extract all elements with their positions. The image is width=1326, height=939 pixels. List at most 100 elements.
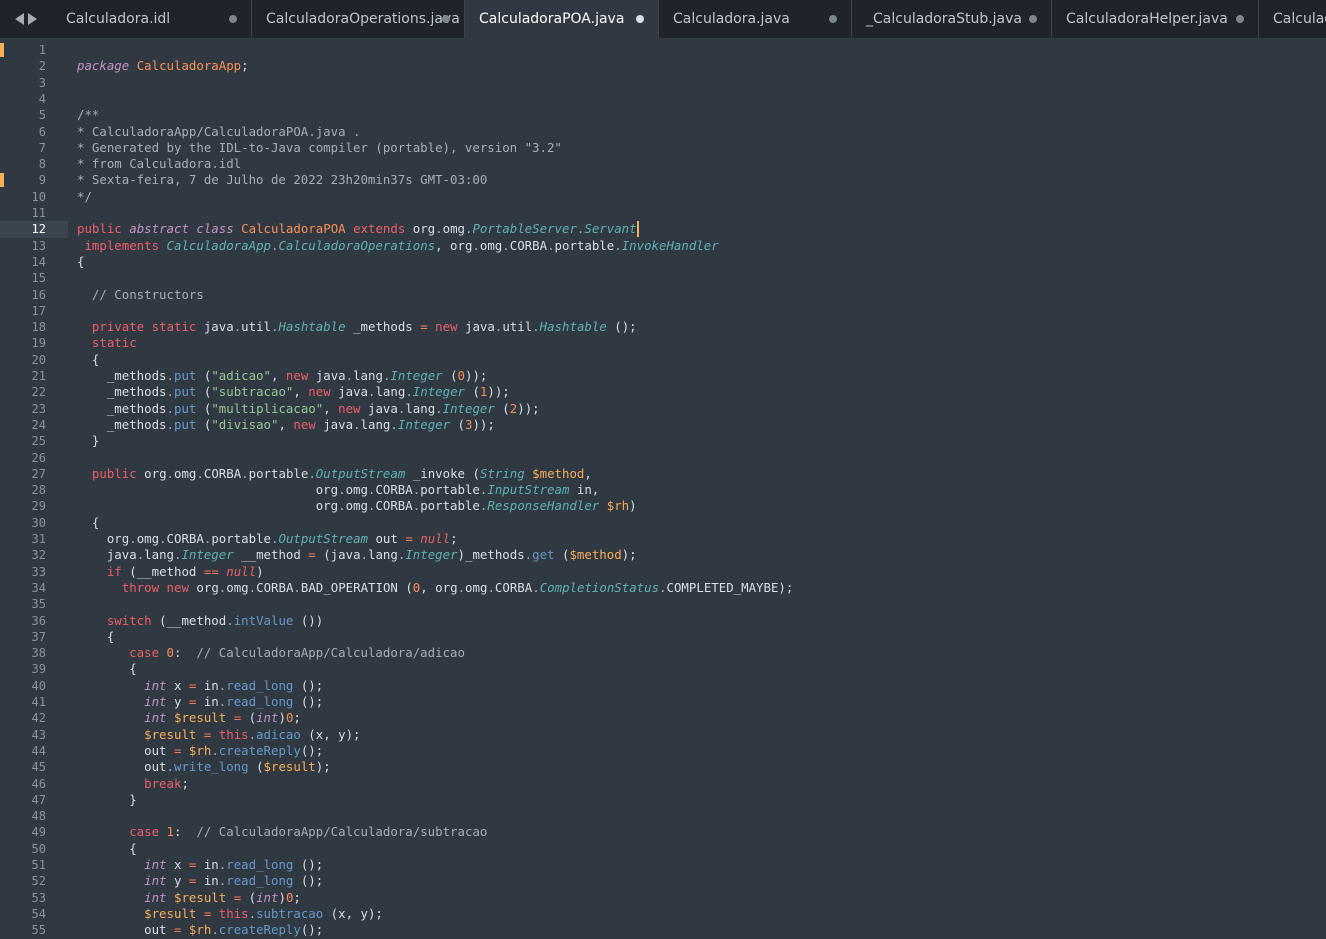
line-number: 36 <box>31 613 46 628</box>
code-line[interactable]: { <box>77 661 136 677</box>
line-number: 10 <box>31 189 46 204</box>
line-number: 6 <box>38 124 46 139</box>
code-line[interactable]: int $result = (int)0; <box>77 710 301 726</box>
line-number: 25 <box>31 434 46 449</box>
line-number: 7 <box>38 140 46 155</box>
code-line[interactable]: $result = this.subtracao (x, y); <box>77 906 383 922</box>
unsaved-dot-icon[interactable] <box>1236 15 1244 23</box>
code-line[interactable]: * CalculadoraApp/CalculadoraPOA.java . <box>77 124 360 140</box>
tab-navigation <box>0 0 52 38</box>
line-number: 27 <box>31 466 46 481</box>
code-line[interactable]: */ <box>77 189 92 205</box>
code-line[interactable]: org.omg.CORBA.portable.InputStream in, <box>77 482 600 498</box>
code-line[interactable]: } <box>77 433 99 449</box>
code-line[interactable]: out = $rh.createReply(); <box>77 743 323 759</box>
line-number: 28 <box>31 483 46 498</box>
code-line[interactable]: /** <box>77 107 99 123</box>
code-line[interactable]: switch (__method.intValue ()) <box>77 613 323 629</box>
line-number: 47 <box>31 792 46 807</box>
unsaved-dot-icon[interactable] <box>442 15 450 23</box>
line-number: 33 <box>31 564 46 579</box>
code-line[interactable]: { <box>77 352 99 368</box>
tab-calculadora-stub-java[interactable]: _CalculadoraStub.java <box>852 0 1052 38</box>
chevron-right-icon[interactable] <box>28 13 37 25</box>
tab-label: CalculadoraHelper.java <box>1066 11 1228 27</box>
line-number: 32 <box>31 548 46 563</box>
line-number: 42 <box>31 711 46 726</box>
tab-list: Calculadora.idl CalculadoraOperations.ja… <box>52 0 1326 38</box>
code-line[interactable]: * Generated by the IDL-to-Java compiler … <box>77 140 562 156</box>
line-number: 17 <box>31 303 46 318</box>
line-number: 14 <box>31 254 46 269</box>
code-line[interactable]: int $result = (int)0; <box>77 890 301 906</box>
code-line[interactable]: $result = this.adicao (x, y); <box>77 727 360 743</box>
line-number: 52 <box>31 874 46 889</box>
code-editor[interactable]: package CalculadoraApp; /** * CalculadoraA… <box>68 38 1326 939</box>
code-line[interactable]: org.omg.CORBA.portable.OutputStream out … <box>77 531 458 547</box>
code-line[interactable]: public org.omg.CORBA.portable.OutputStre… <box>77 466 592 482</box>
code-line[interactable]: _methods.put ("adicao", new java.lang.In… <box>77 368 488 384</box>
code-line[interactable]: static <box>77 335 137 351</box>
code-line[interactable]: int x = in.read_long (); <box>77 857 323 873</box>
code-line[interactable]: case 1: // CalculadoraApp/Calculadora/su… <box>77 824 487 840</box>
line-number: 1 <box>38 43 46 57</box>
code-line[interactable]: out = $rh.createReply(); <box>77 922 323 938</box>
code-line[interactable]: { <box>77 841 136 857</box>
code-line[interactable]: int x = in.read_long (); <box>77 678 323 694</box>
code-line[interactable]: { <box>77 629 114 645</box>
unsaved-dot-icon[interactable] <box>229 15 237 23</box>
tab-calculadora-idl[interactable]: Calculadora.idl <box>52 0 252 38</box>
line-number: 30 <box>31 515 46 530</box>
line-number: 26 <box>31 450 46 465</box>
line-number: 19 <box>31 336 46 351</box>
tab-calculadora-helper-java[interactable]: CalculadoraHelper.java <box>1052 0 1259 38</box>
tab-label: CalculadoraPOA.java <box>479 11 625 27</box>
line-number: 35 <box>31 597 46 612</box>
code-line[interactable]: } <box>77 792 136 808</box>
tab-label: _CalculadoraStub.java <box>866 11 1022 27</box>
code-line[interactable]: out.write_long ($result); <box>77 759 331 775</box>
line-number: 20 <box>31 352 46 367</box>
code-line[interactable]: java.lang.Integer __method = (java.lang.… <box>77 547 637 563</box>
line-number: 45 <box>31 760 46 775</box>
code-line[interactable]: * Sexta-feira, 7 de Julho de 2022 23h20m… <box>77 172 487 188</box>
code-line[interactable]: { <box>77 254 84 270</box>
line-number: 31 <box>31 532 46 546</box>
tab-calculadora-java[interactable]: Calculadora.java <box>659 0 852 38</box>
chevron-left-icon[interactable] <box>15 13 24 25</box>
tab-calculadora-operations-java[interactable]: CalculadoraOperations.java <box>252 0 465 38</box>
line-number: 37 <box>31 629 46 644</box>
code-line[interactable]: _methods.put ("subtracao", new java.lang… <box>77 384 510 400</box>
code-line[interactable]: _methods.put ("divisao", new java.lang.I… <box>77 417 495 433</box>
code-line[interactable]: break; <box>77 776 189 792</box>
tab-label: Calculad <box>1273 11 1326 27</box>
line-number: 16 <box>31 287 46 302</box>
tab-calculadora-overflow[interactable]: Calculad <box>1259 0 1326 38</box>
unsaved-dot-icon[interactable] <box>636 15 644 23</box>
code-line[interactable]: case 0: // CalculadoraApp/Calculadora/ad… <box>77 645 465 661</box>
code-line[interactable]: int y = in.read_long (); <box>77 873 323 889</box>
code-line[interactable]: if (__method == null) <box>77 564 264 580</box>
code-line[interactable]: _methods.put ("multiplicacao", new java.… <box>77 401 540 417</box>
code-line[interactable]: // Constructors <box>77 287 204 303</box>
unsaved-dot-icon[interactable] <box>829 15 837 23</box>
line-number: 8 <box>38 157 46 172</box>
code-line[interactable]: public abstract class CalculadoraPOA ext… <box>77 221 639 238</box>
code-line[interactable]: { <box>77 515 99 531</box>
unsaved-dot-icon[interactable] <box>1029 15 1037 23</box>
line-number: 40 <box>31 678 46 693</box>
line-number-gutter: 1 2 3 4 5 6 7 8 9 10 11 12 13 14 15 16 17 18 19 20 21 22 23 24 2… <box>0 38 68 939</box>
line-number: 21 <box>31 369 46 383</box>
code-line[interactable]: package CalculadoraApp; <box>77 58 249 74</box>
tab-calculadora-poa-java[interactable]: CalculadoraPOA.java <box>465 0 659 38</box>
line-number: 53 <box>31 890 46 905</box>
code-line[interactable]: int y = in.read_long (); <box>77 694 323 710</box>
code-line[interactable]: private static java.util.Hashtable _meth… <box>77 319 637 335</box>
line-number: 48 <box>31 809 46 824</box>
code-line[interactable]: org.omg.CORBA.portable.ResponseHandler $… <box>77 498 637 514</box>
line-number: 15 <box>31 271 46 286</box>
code-line[interactable]: throw new org.omg.CORBA.BAD_OPERATION (0… <box>77 580 794 596</box>
line-number: 9 <box>38 173 46 188</box>
code-line[interactable]: implements CalculadoraApp.CalculadoraOpe… <box>77 238 718 254</box>
code-line[interactable]: * from Calculadora.idl <box>77 156 241 172</box>
